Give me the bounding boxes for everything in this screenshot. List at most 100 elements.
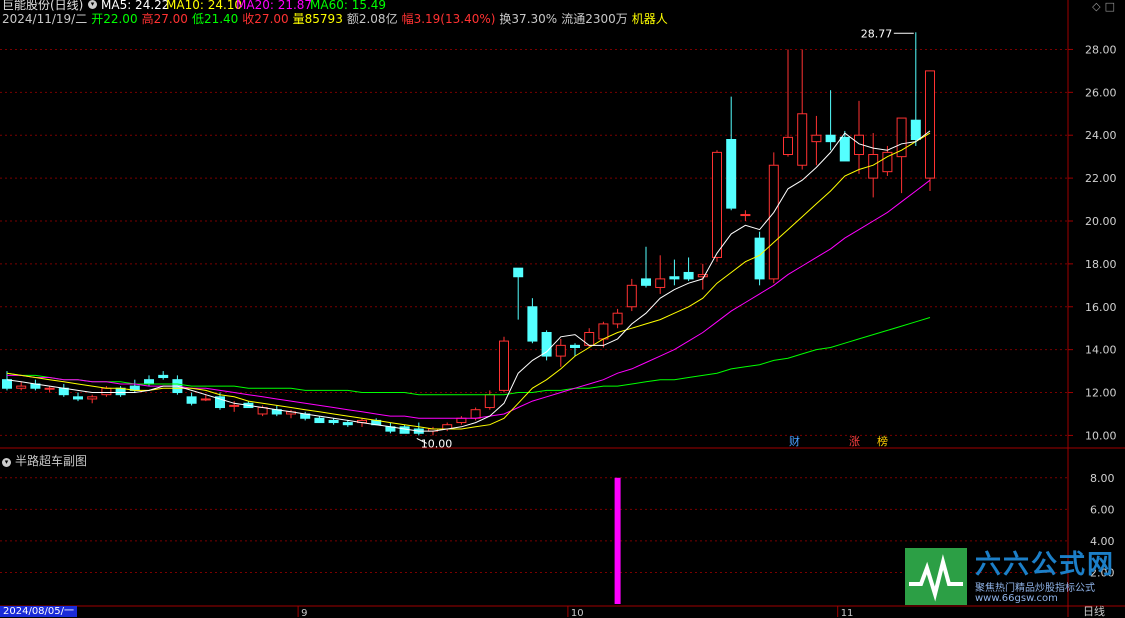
candle — [456, 416, 467, 425]
limit-up-flag[interactable]: 涨 — [849, 436, 860, 448]
candle — [499, 336, 509, 393]
kline-chart[interactable]: 28.00 26.00 24.00 22.00 20.00 18.00 16.00 14.00… — [0, 0, 1125, 617]
brand-logo-icon — [905, 548, 967, 605]
candle — [712, 150, 722, 262]
candle — [655, 255, 666, 294]
candle-body — [626, 284, 637, 308]
candle — [754, 231, 765, 286]
candle-body — [811, 134, 822, 143]
candle-body — [754, 237, 765, 280]
candle-body — [555, 344, 566, 357]
candle-body — [925, 70, 935, 179]
candle-body — [73, 396, 83, 400]
month-label: 9 — [301, 608, 307, 617]
sub-toggle-icon[interactable]: ▾ — [2, 458, 11, 467]
candle-body — [768, 164, 779, 280]
candle-body — [910, 119, 921, 141]
price-tick-label: 26.00 — [1085, 86, 1117, 99]
candle-body — [797, 113, 808, 166]
candle-body — [200, 398, 211, 401]
candle-body — [896, 117, 907, 158]
candle-body — [527, 306, 538, 342]
candle-body — [328, 419, 339, 424]
candle-body — [669, 276, 680, 280]
candle-body — [726, 139, 737, 209]
candle — [726, 96, 737, 211]
candle-body — [541, 331, 552, 357]
candle-body — [570, 344, 580, 349]
candle — [626, 278, 637, 312]
sub-tick-label: 8.00 — [1090, 472, 1115, 485]
candle-body — [257, 407, 268, 415]
candle-body — [697, 274, 708, 278]
candle — [30, 379, 41, 391]
candle — [186, 392, 197, 406]
candle-body — [115, 387, 126, 396]
candle-body — [101, 387, 112, 396]
ma-lines — [6, 130, 931, 432]
ma10-line — [6, 132, 931, 430]
candle — [158, 371, 169, 380]
candle-body — [783, 136, 793, 156]
candle — [783, 49, 793, 157]
candle — [811, 115, 822, 166]
price-tick-label: 22.00 — [1085, 172, 1117, 185]
price-tick-label: 10.00 — [1085, 429, 1117, 442]
candle-body — [158, 374, 169, 379]
candle — [555, 338, 566, 367]
candle — [896, 117, 907, 194]
candle — [87, 394, 98, 404]
ranking-flag[interactable]: 榜 — [877, 436, 888, 448]
candle — [58, 383, 69, 397]
brand-name: 六六公式网 — [975, 550, 1116, 580]
candle — [16, 381, 27, 391]
candle-body — [683, 271, 694, 280]
price-tick-label: 20.00 — [1085, 215, 1117, 228]
brand-slogan: 聚焦热门精品炒股指标公式 — [975, 583, 1095, 594]
candle-body — [44, 387, 55, 390]
candle-body — [598, 323, 609, 340]
brand-watermark: 六六公式网 聚焦热门精品炒股指标公式 www.66gsw.com — [905, 548, 1119, 605]
candle — [697, 263, 708, 290]
price-tick-label: 28.00 — [1085, 43, 1117, 56]
candle-body — [2, 379, 12, 389]
sub-chart-bars — [614, 477, 621, 604]
candle-body — [456, 417, 467, 424]
candle — [541, 330, 552, 361]
brand-url: www.66gsw.com — [975, 593, 1058, 604]
candle-body — [839, 136, 850, 162]
candle — [768, 152, 779, 284]
candle-body — [58, 387, 69, 396]
month-label: 11 — [841, 608, 854, 617]
signal-bar — [614, 477, 621, 604]
candle-body — [641, 278, 651, 286]
price-marks: 28.77 10.00 — [416, 27, 914, 450]
candle — [413, 422, 424, 436]
candle — [172, 375, 183, 395]
candle — [271, 405, 282, 417]
candle-body — [470, 409, 481, 419]
candle-body — [87, 396, 98, 400]
finance-flag[interactable]: 财 — [789, 436, 800, 448]
candle — [385, 422, 396, 434]
candle — [527, 298, 538, 344]
candle — [584, 328, 595, 348]
period-label[interactable]: 日线 — [1083, 606, 1105, 617]
cursor-date: 2024/08/05/一 — [0, 606, 78, 617]
price-tick-label: 16.00 — [1085, 301, 1117, 314]
candle-body — [499, 340, 509, 391]
candle — [513, 267, 524, 320]
candle — [910, 32, 921, 146]
candle-body — [712, 151, 722, 258]
candles[interactable] — [2, 32, 935, 436]
candle — [740, 210, 751, 221]
sub-chart-title[interactable]: ▾ 半路超车副图 — [2, 452, 87, 469]
candle-body — [655, 278, 666, 288]
candle-body — [612, 312, 623, 325]
candle-body — [740, 214, 751, 217]
candle-body — [513, 267, 524, 278]
candle-body — [314, 417, 325, 424]
month-label: 10 — [571, 608, 584, 617]
candle-body — [229, 404, 240, 407]
candle-body — [144, 379, 154, 385]
